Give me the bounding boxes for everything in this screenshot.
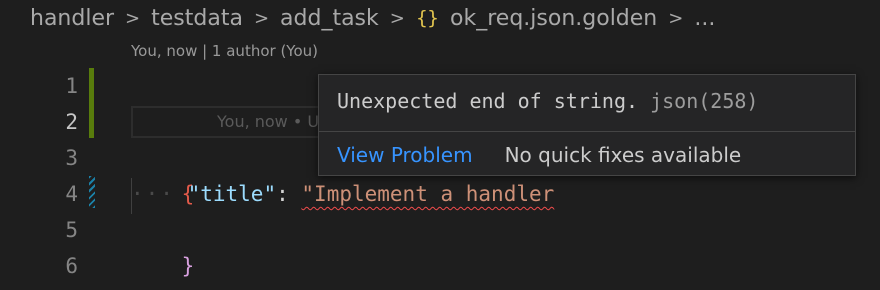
breadcrumb-overflow[interactable]: ... — [694, 6, 715, 31]
json-key: "title" — [187, 182, 277, 206]
line-number: 1 — [65, 74, 78, 98]
line-number: 5 — [65, 218, 78, 242]
breadcrumb-item-add-task[interactable]: add_task — [280, 6, 379, 31]
hover-divider — [319, 131, 855, 132]
chevron-right-icon: > — [125, 7, 141, 29]
line-number: 2 — [65, 110, 78, 134]
code-line-3: { — [131, 140, 195, 206]
code-line-5: } — [131, 212, 195, 278]
view-problem-link[interactable]: View Problem — [337, 143, 473, 167]
hover-message: Unexpected end of string. json(258) — [337, 89, 758, 113]
no-quick-fixes-label: No quick fixes available — [504, 143, 742, 167]
breadcrumb-item-handler[interactable]: handler — [30, 6, 114, 31]
code-line-4: ··· "title": "Implement a handler — [131, 176, 554, 212]
chevron-right-icon: > — [253, 7, 270, 29]
whitespace-dots: ··· — [131, 182, 175, 206]
line-number: 4 — [65, 182, 78, 206]
json-colon: : — [276, 182, 302, 206]
chevron-right-icon: > — [389, 7, 405, 29]
line-number: 6 — [65, 254, 78, 278]
json-file-icon: {} — [415, 7, 439, 29]
breadcrumb: handler > testdata > add_task > {} ok_re… — [30, 3, 715, 33]
git-blame-codelens[interactable]: You, now | 1 author (You) — [131, 42, 318, 60]
line-number: 3 — [65, 146, 78, 170]
hover-actions: View Problem No quick fixes available — [337, 140, 741, 170]
error-message: Unexpected end of string. — [337, 89, 639, 113]
added-lines-indicator[interactable] — [89, 68, 94, 138]
close-brace: } — [181, 254, 195, 278]
error-hover-widget: Unexpected end of string. json(258) View… — [318, 74, 856, 176]
error-source: json(258) — [650, 89, 759, 113]
breadcrumb-item-file[interactable]: ok_req.json.golden — [450, 6, 657, 31]
modified-line-indicator[interactable] — [89, 176, 95, 208]
json-string-error[interactable]: "Implement a handler — [301, 182, 554, 206]
breadcrumb-item-testdata[interactable]: testdata — [151, 6, 243, 31]
chevron-right-icon: > — [668, 7, 684, 29]
